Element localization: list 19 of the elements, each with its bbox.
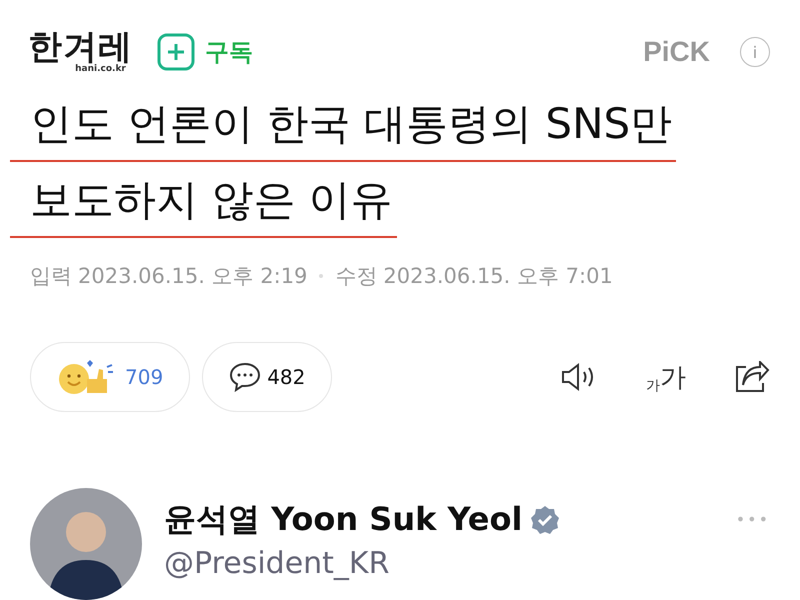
subscribe-button[interactable]: 구독 — [157, 33, 253, 71]
pick-label: PiCK — [643, 36, 710, 68]
speech-bubble-icon — [229, 362, 262, 392]
user-handle: @President_KR — [164, 546, 390, 581]
headline: 인도 언론이 한국 대통령의 SNS만 — [10, 92, 676, 162]
user-name: 윤석열 Yoon Suk Yeol — [164, 499, 522, 540]
edit-time: 2023.06.15. 오후 7:01 — [383, 263, 613, 290]
share-button[interactable] — [734, 361, 770, 393]
reaction-button[interactable]: 709 — [30, 342, 190, 412]
logo-subtitle: hani.co.kr — [75, 64, 126, 74]
input-label: 입력 — [30, 263, 72, 290]
plus-icon — [157, 33, 195, 71]
headline: 보도하지 않은 이유 — [10, 168, 397, 238]
edit-label: 수정 — [335, 263, 378, 290]
input-time: 2023.06.15. 오후 2:19 — [78, 263, 308, 290]
comment-button[interactable]: 482 — [202, 342, 332, 412]
info-button[interactable]: i — [740, 37, 770, 67]
logo: 한겨레 — [28, 30, 133, 64]
share-icon — [734, 361, 770, 393]
